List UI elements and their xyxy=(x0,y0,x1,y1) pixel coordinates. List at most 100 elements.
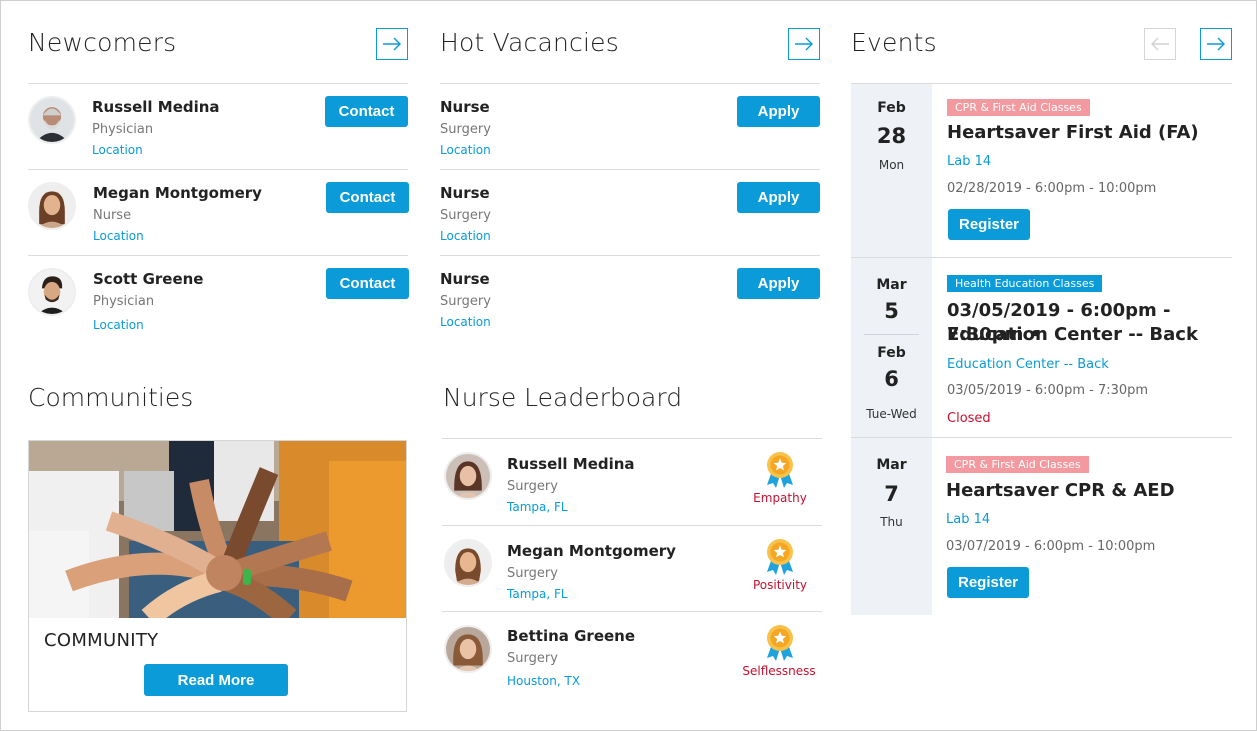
arrow-right-icon xyxy=(383,37,401,51)
community-card[interactable]: COMMUNITY Read More xyxy=(28,440,407,712)
leaderboard-row: Russell Medina Surgery Tampa, FL Empathy xyxy=(442,439,822,526)
newcomer-row: Russell Medina Physician Location Contac… xyxy=(28,84,408,170)
award-ribbon-icon xyxy=(767,539,793,575)
contact-button[interactable]: Contact xyxy=(326,182,409,213)
communities-title: Communities xyxy=(28,383,194,412)
leaderboard-department: Surgery xyxy=(507,479,558,494)
award-ribbon-icon xyxy=(767,452,793,488)
newcomer-location-link[interactable]: Location xyxy=(93,318,144,332)
event-title-line2[interactable]: Education Center -- Back xyxy=(947,323,1198,347)
avatar xyxy=(28,268,76,316)
avatar xyxy=(28,182,76,230)
event-time: 03/05/2019 - 6:00pm - 7:30pm xyxy=(947,383,1149,398)
newcomers-title: Newcomers xyxy=(28,28,177,57)
event-status: Closed xyxy=(947,411,991,426)
leaderboard-name: Russell Medina xyxy=(507,455,635,473)
event-category-tag: Health Education Classes xyxy=(947,275,1103,292)
leaderboard-department: Surgery xyxy=(507,651,558,666)
event-time: 02/28/2019 - 6:00pm - 10:00pm xyxy=(947,181,1157,196)
vacancy-location-link[interactable]: Location xyxy=(440,315,491,329)
leaderboard-location-link[interactable]: Tampa, FL xyxy=(507,587,568,601)
date-separator xyxy=(864,334,919,335)
event-weekday: Thu xyxy=(880,515,903,529)
apply-button[interactable]: Apply xyxy=(737,268,820,299)
event-weekday: Tue-Wed xyxy=(866,407,917,421)
events-section: Events Feb 28 Mon CPR & First Aid Classe… xyxy=(851,26,1232,615)
event-date: Mar 7 Thu xyxy=(851,438,932,615)
event-place-link[interactable]: Lab 14 xyxy=(946,512,990,527)
event-place-link[interactable]: Education Center -- Back xyxy=(947,357,1109,372)
event-day: 5 xyxy=(884,299,899,323)
community-card-label: COMMUNITY xyxy=(44,630,159,651)
vacancy-location-link[interactable]: Location xyxy=(440,143,491,157)
leaderboard-row: Megan Montgomery Surgery Tampa, FL Posit… xyxy=(442,526,822,612)
vacancies-next-button[interactable] xyxy=(788,28,820,60)
vacancy-title: Nurse xyxy=(440,184,490,202)
arrow-right-icon xyxy=(1207,37,1225,51)
newcomers-section: Newcomers Russell Medina Physician Locat… xyxy=(28,26,409,342)
vacancy-title: Nurse xyxy=(440,98,490,116)
leaderboard-row: Bettina Greene Surgery Houston, TX Selfl… xyxy=(442,612,822,699)
newcomer-row: Scott Greene Physician Location Contact xyxy=(28,256,409,342)
community-hands-image xyxy=(29,441,406,618)
newcomer-name: Megan Montgomery xyxy=(93,184,262,202)
vacancies-header: Hot Vacancies xyxy=(440,26,820,84)
event-time: 03/07/2019 - 6:00pm - 10:00pm xyxy=(946,539,1156,554)
vacancy-department: Surgery xyxy=(440,208,491,223)
event-date: Mar 5 Feb 6 Tue-Wed xyxy=(851,258,932,437)
arrow-right-icon xyxy=(795,37,813,51)
events-header: Events xyxy=(851,26,1232,84)
event-day: 7 xyxy=(884,482,899,506)
event-title[interactable]: Heartsaver First Aid (FA) xyxy=(947,121,1199,145)
events-prev-button[interactable] xyxy=(1144,28,1176,60)
newcomers-next-button[interactable] xyxy=(376,28,408,60)
newcomer-location-link[interactable]: Location xyxy=(92,143,143,157)
events-next-button[interactable] xyxy=(1200,28,1232,60)
register-button[interactable]: Register xyxy=(948,209,1030,240)
vacancy-department: Surgery xyxy=(440,294,491,309)
leaderboard-name: Bettina Greene xyxy=(507,627,636,645)
read-more-button[interactable]: Read More xyxy=(144,664,288,696)
event-item: Mar 5 Feb 6 Tue-Wed Health Education Cla… xyxy=(851,258,1232,438)
leaderboard-title: Nurse Leaderboard xyxy=(443,383,683,412)
leaderboard-location-link[interactable]: Houston, TX xyxy=(507,674,580,688)
avatar xyxy=(444,539,492,587)
event-date: Feb 28 Mon xyxy=(851,84,932,257)
event-month-end: Feb xyxy=(877,345,906,361)
newcomers-header: Newcomers xyxy=(28,26,408,84)
vacancies-section: Hot Vacancies Nurse Surgery Location App… xyxy=(440,26,820,342)
contact-button[interactable]: Contact xyxy=(325,96,408,127)
event-month: Mar xyxy=(876,277,907,293)
apply-button[interactable]: Apply xyxy=(737,182,820,213)
badge-label: Positivity xyxy=(752,578,808,592)
newcomer-name: Scott Greene xyxy=(93,270,204,288)
register-button[interactable]: Register xyxy=(947,567,1029,598)
badge-label: Selflessness xyxy=(742,664,816,678)
newcomer-name: Russell Medina xyxy=(92,98,220,116)
vacancy-row: Nurse Surgery Location Apply xyxy=(440,170,820,256)
avatar xyxy=(444,625,492,673)
event-item: Feb 28 Mon CPR & First Aid Classes Heart… xyxy=(851,84,1232,258)
vacancy-department: Surgery xyxy=(440,122,491,137)
event-place-link[interactable]: Lab 14 xyxy=(947,154,991,169)
avatar xyxy=(444,452,492,500)
vacancies-title: Hot Vacancies xyxy=(440,28,619,57)
award-ribbon-icon xyxy=(767,625,793,661)
vacancy-row: Nurse Surgery Location Apply xyxy=(440,84,820,170)
event-title[interactable]: Heartsaver CPR & AED xyxy=(946,479,1175,503)
apply-button[interactable]: Apply xyxy=(737,96,820,127)
arrow-left-icon xyxy=(1151,37,1169,51)
leaderboard-list: Russell Medina Surgery Tampa, FL Empathy… xyxy=(442,438,822,699)
newcomer-row: Megan Montgomery Nurse Location Contact xyxy=(28,170,409,256)
contact-button[interactable]: Contact xyxy=(326,268,409,299)
event-month: Mar xyxy=(876,457,907,473)
newcomer-role: Physician xyxy=(93,294,155,309)
leaderboard-department: Surgery xyxy=(507,566,558,581)
newcomer-location-link[interactable]: Location xyxy=(93,229,144,243)
vacancy-row: Nurse Surgery Location Apply xyxy=(440,256,820,342)
event-day: 28 xyxy=(876,124,907,148)
leaderboard-location-link[interactable]: Tampa, FL xyxy=(507,500,568,514)
vacancy-location-link[interactable]: Location xyxy=(440,229,491,243)
vacancy-title: Nurse xyxy=(440,270,490,288)
badge-label: Empathy xyxy=(753,491,807,505)
